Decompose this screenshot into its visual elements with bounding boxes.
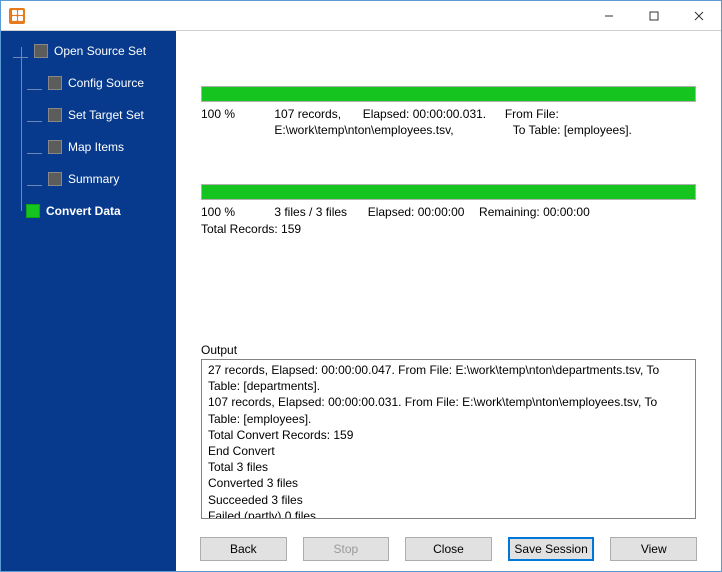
save-session-button[interactable]: Save Session [508,537,595,561]
close-button[interactable] [676,1,721,30]
file-progress-elapsed: Elapsed: 00:00:00.031. [363,106,486,122]
main-panel: 100 % 107 records, Elapsed: 00:00:00.031… [176,31,721,571]
step-label: Set Target Set [68,108,144,122]
file-progress-records: 107 records, [274,106,359,122]
step-map-items[interactable]: Map Items [29,135,170,159]
log-line: 107 records, Elapsed: 00:00:00.031. From… [208,394,689,426]
file-progress-pct: 100 % [201,106,271,122]
minimize-button[interactable] [586,1,631,30]
maximize-button[interactable] [631,1,676,30]
total-progress-block: 100 % 3 files / 3 files Elapsed: 00:00:0… [201,184,696,236]
step-open-source-set[interactable]: Open Source Set [15,39,170,63]
app-icon [9,8,25,24]
wizard-sidebar: Open Source Set Config Source Set Target… [1,31,176,571]
log-line: Failed (partly) 0 files [208,508,689,519]
log-line: Succeeded 3 files [208,492,689,508]
step-label: Map Items [68,140,124,154]
file-progress-bar [201,86,696,102]
close-dialog-button[interactable]: Close [405,537,492,561]
step-set-target-set[interactable]: Set Target Set [29,103,170,127]
output-log[interactable]: 27 records, Elapsed: 00:00:00.047. From … [201,359,696,519]
log-line: Total Convert Records: 159 [208,427,689,443]
back-button[interactable]: Back [200,537,287,561]
stop-button[interactable]: Stop [303,537,390,561]
total-progress-remaining: Remaining: 00:00:00 [479,204,603,220]
app-window: Open Source Set Config Source Set Target… [0,0,722,572]
total-progress-elapsed: Elapsed: 00:00:00 [368,204,476,220]
log-line: Total 3 files [208,459,689,475]
step-label: Open Source Set [54,44,146,58]
step-summary[interactable]: Summary [29,167,170,191]
log-line: End Convert [208,443,689,459]
file-progress-from-label: From File: [505,106,559,122]
total-progress-pct: 100 % [201,204,271,220]
titlebar [1,1,721,31]
button-row: Back Stop Close Save Session View [176,527,721,571]
view-button[interactable]: View [610,537,697,561]
step-label: Summary [68,172,119,186]
step-config-source[interactable]: Config Source [29,71,170,95]
step-label: Config Source [68,76,144,90]
log-line: 27 records, Elapsed: 00:00:00.047. From … [208,362,689,394]
step-convert-data[interactable]: Convert Data [7,199,170,223]
total-progress-bar [201,184,696,200]
file-progress-block: 100 % 107 records, Elapsed: 00:00:00.031… [201,86,696,138]
total-progress-total: Total Records: 159 [201,221,301,237]
log-line: Converted 3 files [208,475,689,491]
step-label: Convert Data [46,204,121,218]
output-label: Output [201,343,696,357]
total-progress-files: 3 files / 3 files [274,204,364,220]
file-progress-to-table: To Table: [employees]. [513,122,632,138]
file-progress-from-path: E:\work\temp\nton\employees.tsv, [274,122,509,138]
